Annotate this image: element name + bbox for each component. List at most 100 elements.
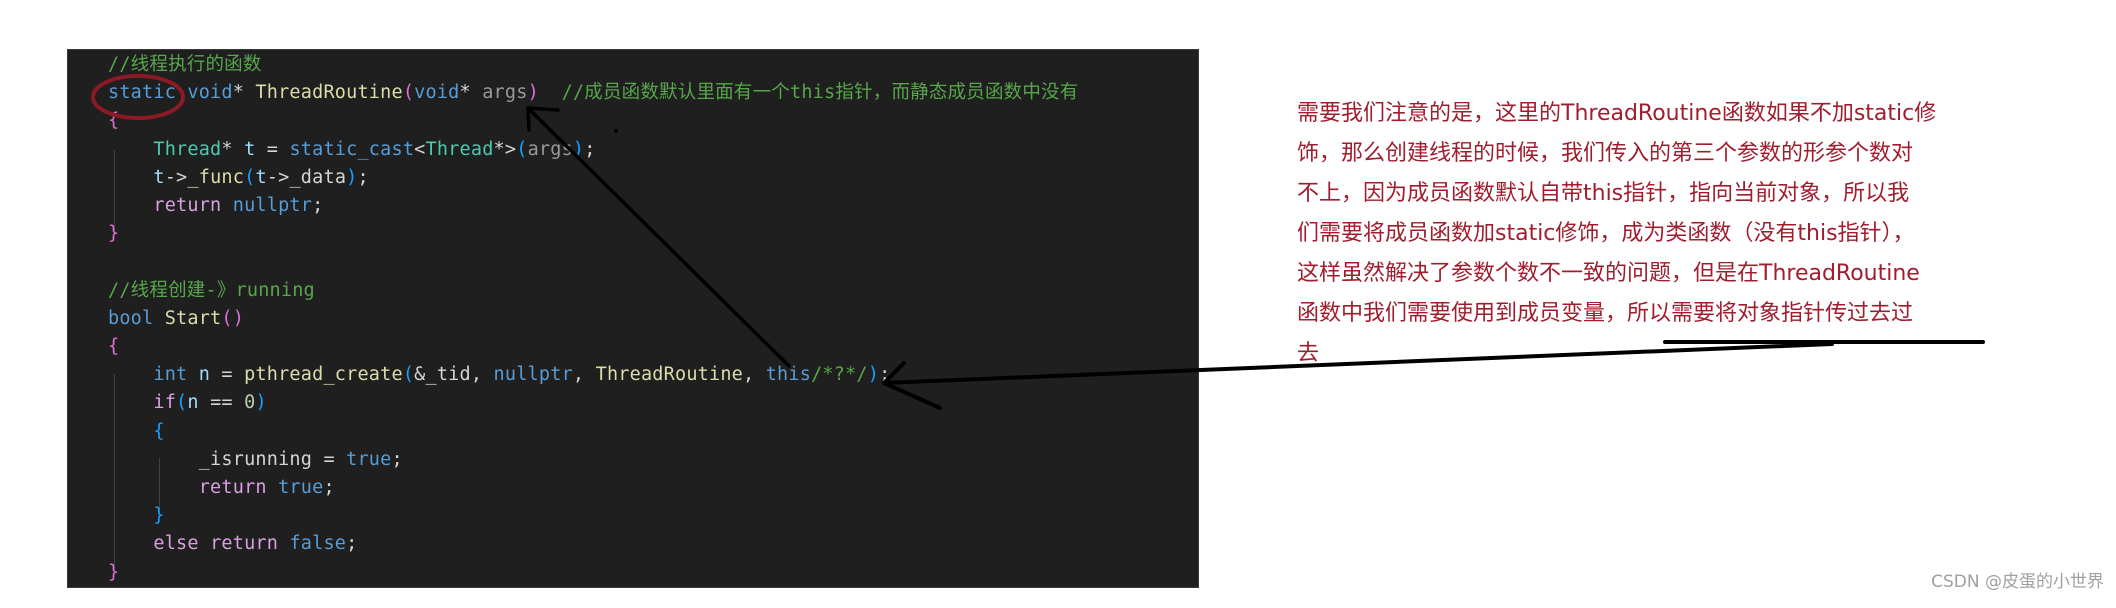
watermark: CSDN @皮蛋的小世界 xyxy=(1931,572,2104,592)
code-token: , xyxy=(572,364,596,386)
code-token: ) xyxy=(346,166,358,188)
code-token: ; xyxy=(323,477,335,498)
code-token: , xyxy=(743,364,766,386)
code-token: ThreadRoutine xyxy=(595,364,744,386)
code-token: -> xyxy=(266,166,290,188)
code-token: () xyxy=(221,307,245,329)
code-token: Start xyxy=(164,307,222,329)
code-token: _func xyxy=(187,166,245,188)
code-token: return xyxy=(153,195,222,216)
code-token: } xyxy=(108,561,120,583)
code-line: { xyxy=(108,418,165,446)
code-token: { xyxy=(108,110,120,132)
code-token: = xyxy=(210,364,245,386)
code-token: bool xyxy=(108,307,154,329)
code-editor-panel: //线程执行的函数 static void* ThreadRoutine(void… xyxy=(67,49,1199,588)
code-token: _data xyxy=(289,166,347,188)
code-token: pthread_create xyxy=(244,364,403,386)
code-token: n xyxy=(187,392,199,414)
code-token: ( xyxy=(402,364,415,386)
code-line: //线程执行的函数 xyxy=(108,51,262,79)
code-token: args xyxy=(482,82,528,104)
code-token: ; xyxy=(584,138,596,160)
code-line: } xyxy=(108,220,119,248)
annotation-line: 函数中我们需要使用到成员变量，所以需要将对象指针传过去过 xyxy=(1297,301,1914,326)
code-token: t xyxy=(244,138,256,160)
annotation-line: 需要我们注意的是，这里的ThreadRoutine函数如果不加static修 xyxy=(1297,101,1937,126)
code-token: ; xyxy=(879,364,891,386)
code-token: true xyxy=(278,477,324,498)
code-line: _isrunning = true; xyxy=(108,446,403,474)
code-token: ; xyxy=(312,195,324,216)
code-token: ( xyxy=(244,166,256,188)
code-line: { xyxy=(108,333,119,361)
code-token: //线程创建-》running xyxy=(108,279,315,301)
code-token: true xyxy=(346,448,392,470)
code-token: void xyxy=(414,82,460,104)
code-token: false xyxy=(289,533,347,555)
code-token: &_tid xyxy=(414,364,471,386)
code-token: Thread xyxy=(425,138,494,160)
code-token: //线程执行的函数 xyxy=(108,54,262,75)
code-token: t xyxy=(255,166,267,188)
code-token: * xyxy=(459,82,483,104)
code-line: //线程创建-》running xyxy=(108,277,315,305)
code-token: ( xyxy=(176,392,188,414)
code-line: int n = pthread_create(&_tid, nullptr, T… xyxy=(108,361,890,389)
code-token: args xyxy=(527,138,573,160)
code-token: ( xyxy=(402,82,415,104)
annotation-note: 需要我们注意的是，这里的ThreadRoutine函数如果不加static修 饰，… xyxy=(1297,94,2017,374)
code-line: if(n == 0) xyxy=(108,389,267,417)
code-token: < xyxy=(414,138,426,160)
code-token: void xyxy=(187,82,233,104)
code-token: n xyxy=(198,364,211,386)
code-token: ; xyxy=(357,166,369,188)
code-token: } xyxy=(108,223,120,245)
code-token: static_cast xyxy=(289,138,415,160)
code-token: } xyxy=(153,505,165,527)
code-token: Thread xyxy=(153,138,222,160)
code-line: { xyxy=(108,107,119,135)
code-token: ) xyxy=(867,364,880,386)
code-line: } xyxy=(108,502,165,530)
code-line: bool Start() xyxy=(108,305,244,333)
code-token: , xyxy=(470,364,494,386)
annotation-line: 饰，那么创建线程的时候，我们传入的第三个参数的形参个数对 xyxy=(1297,141,1914,166)
code-token: ThreadRoutine xyxy=(255,82,403,104)
code-token: ; xyxy=(346,533,358,555)
code-token: = xyxy=(255,138,290,160)
code-line: return true; xyxy=(108,474,335,502)
code-line: } xyxy=(108,559,119,587)
code-token: t xyxy=(153,166,165,188)
code-token: _isrunning xyxy=(198,448,313,470)
code-token: { xyxy=(108,336,120,357)
annotation-line: 这样虽然解决了参数个数不一致的问题，但是在ThreadRoutine xyxy=(1297,261,1920,286)
code-token: * xyxy=(232,82,256,104)
code-token: -> xyxy=(164,166,188,188)
code-token: 0 xyxy=(244,392,256,414)
code-line: static void* ThreadRoutine(void* args) /… xyxy=(108,79,1078,107)
code-token: *> xyxy=(493,138,517,160)
code-token: return xyxy=(198,477,267,498)
code-token: //成员函数默认里面有一个this指针，而静态成员函数中没有 xyxy=(561,82,1079,104)
code-token: else xyxy=(153,533,199,555)
code-token: static xyxy=(108,82,177,104)
code-token: /*?*/ xyxy=(811,364,868,386)
code-token: ) xyxy=(527,82,539,104)
code-token: this xyxy=(765,364,812,386)
code-token: ) xyxy=(255,392,267,414)
